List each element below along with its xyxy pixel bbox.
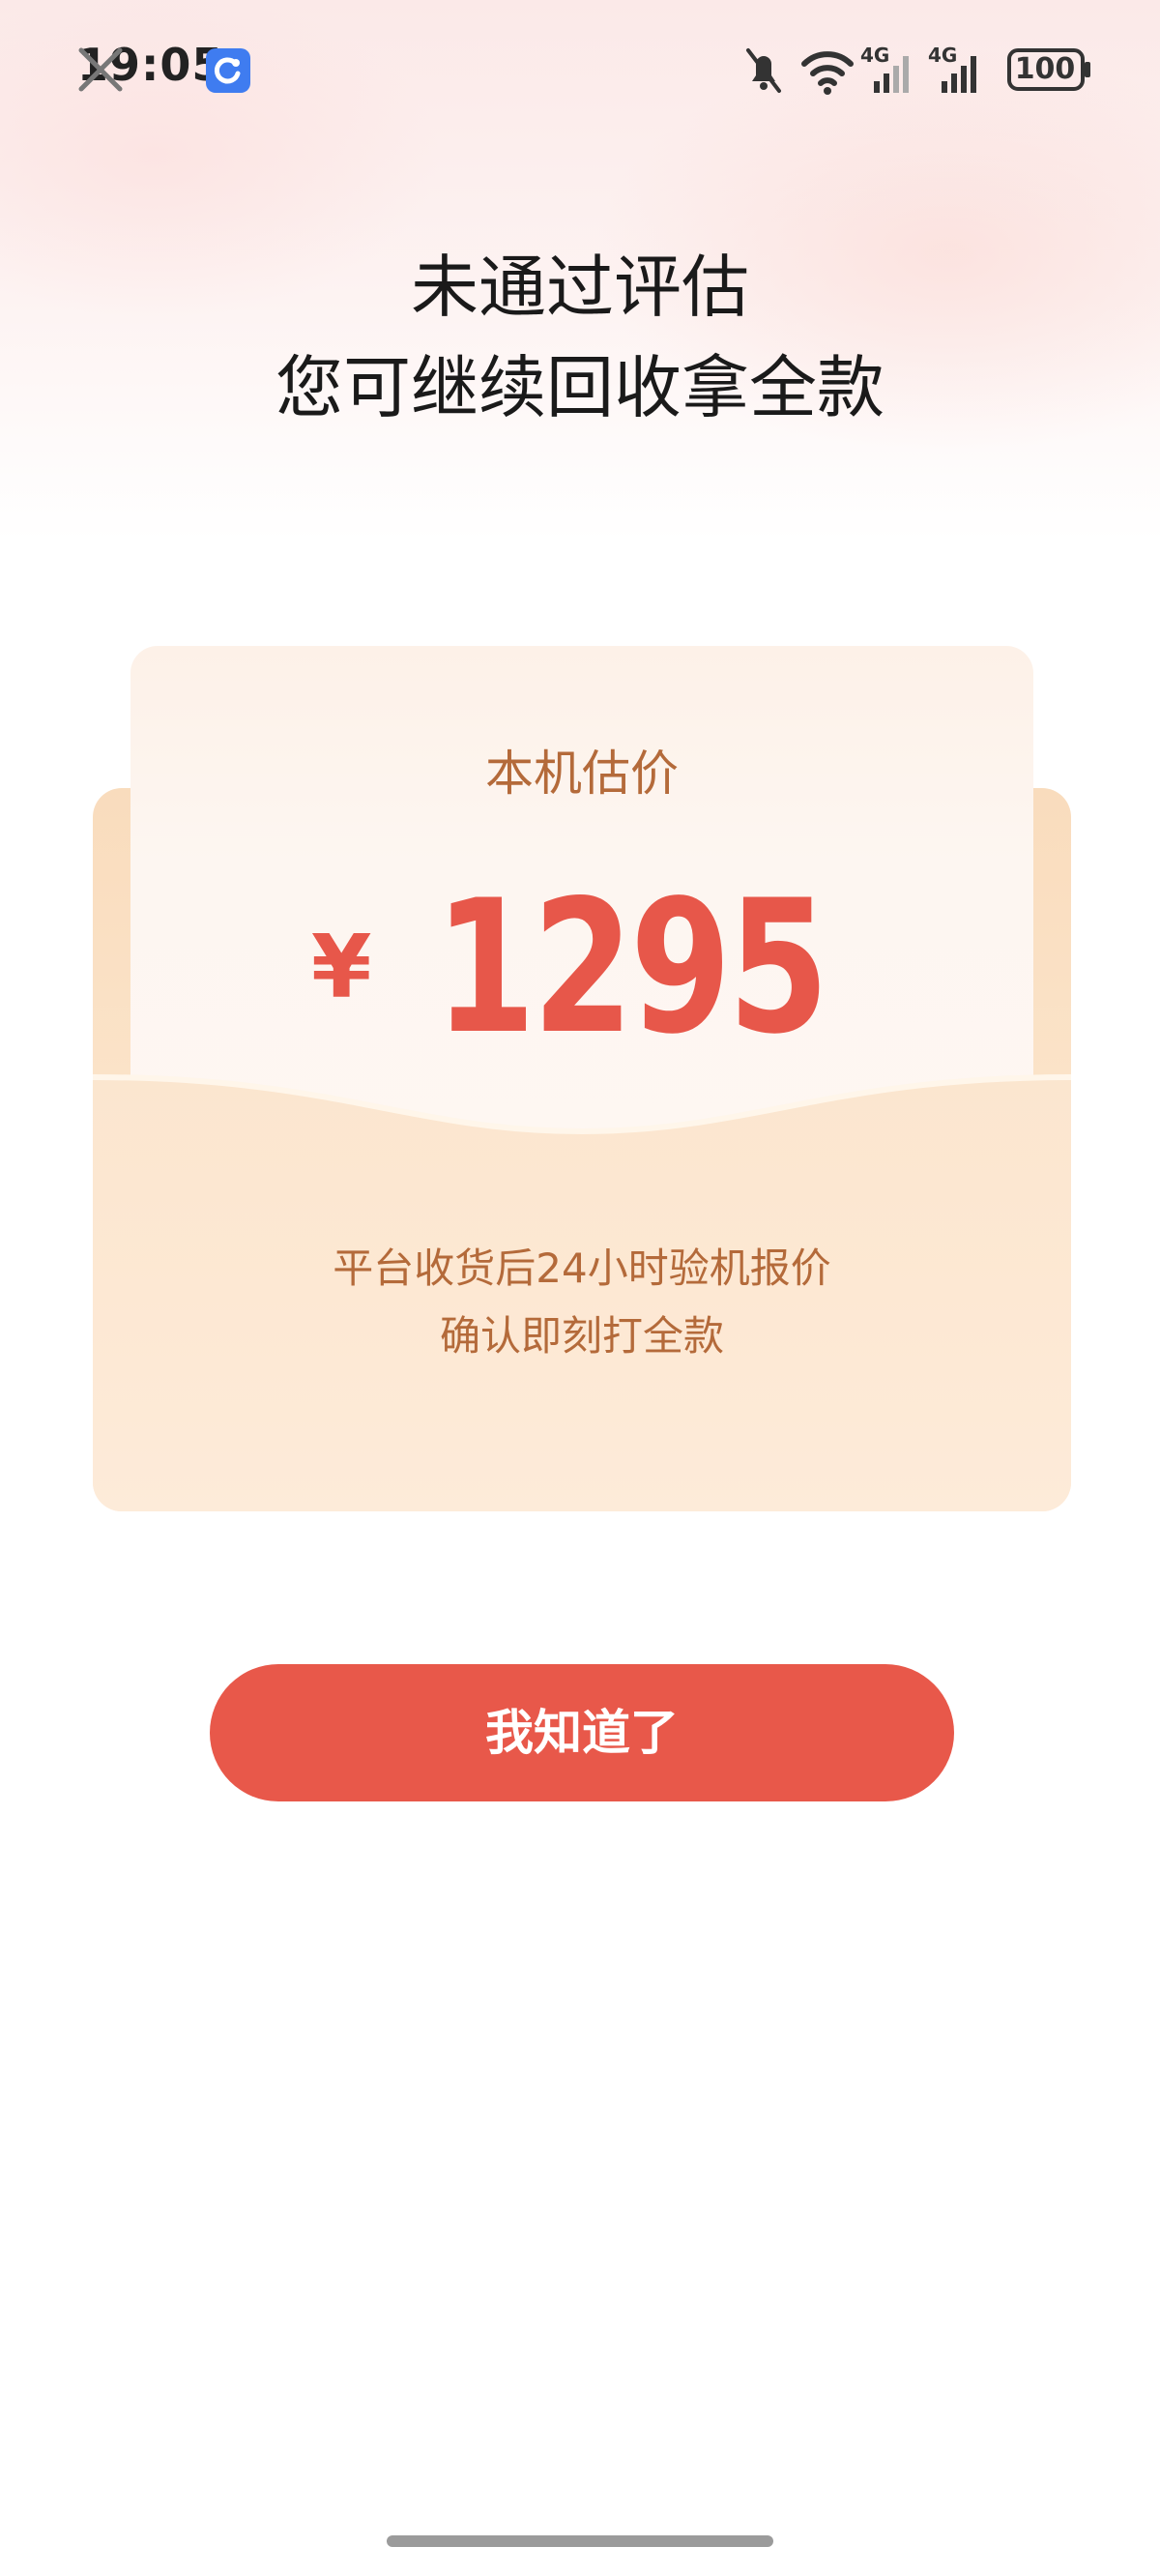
svg-text:4G: 4G	[860, 44, 889, 67]
wifi-icon	[801, 51, 854, 95]
info-line-1: 平台收货后24小时验机报价	[333, 1244, 831, 1292]
info-line-2: 确认即刻打全款	[439, 1312, 724, 1360]
status-bar: 19:05 4G 4G 100	[0, 0, 1160, 145]
signal-4g-icon: 4G	[860, 44, 909, 93]
currency-symbol: ¥	[310, 917, 372, 1018]
page-subtitle: 您可继续回收拿全款	[276, 348, 884, 427]
mute-bell-icon	[746, 48, 781, 93]
signal-4g-icon: 4G	[928, 44, 976, 93]
estimate-label: 本机估价	[485, 746, 679, 802]
price-amount: 1295	[435, 861, 829, 1074]
acknowledge-button[interactable]: 我知道了	[210, 1664, 954, 1801]
svg-text:4G: 4G	[928, 44, 957, 67]
price-display: ¥1295	[130, 861, 1033, 1074]
battery-level: 100	[1014, 52, 1076, 86]
home-indicator[interactable]	[387, 2535, 773, 2547]
page-title: 未通过评估	[411, 248, 749, 327]
dismiss-x-icon	[78, 47, 123, 92]
app-notification-icon	[206, 48, 250, 93]
